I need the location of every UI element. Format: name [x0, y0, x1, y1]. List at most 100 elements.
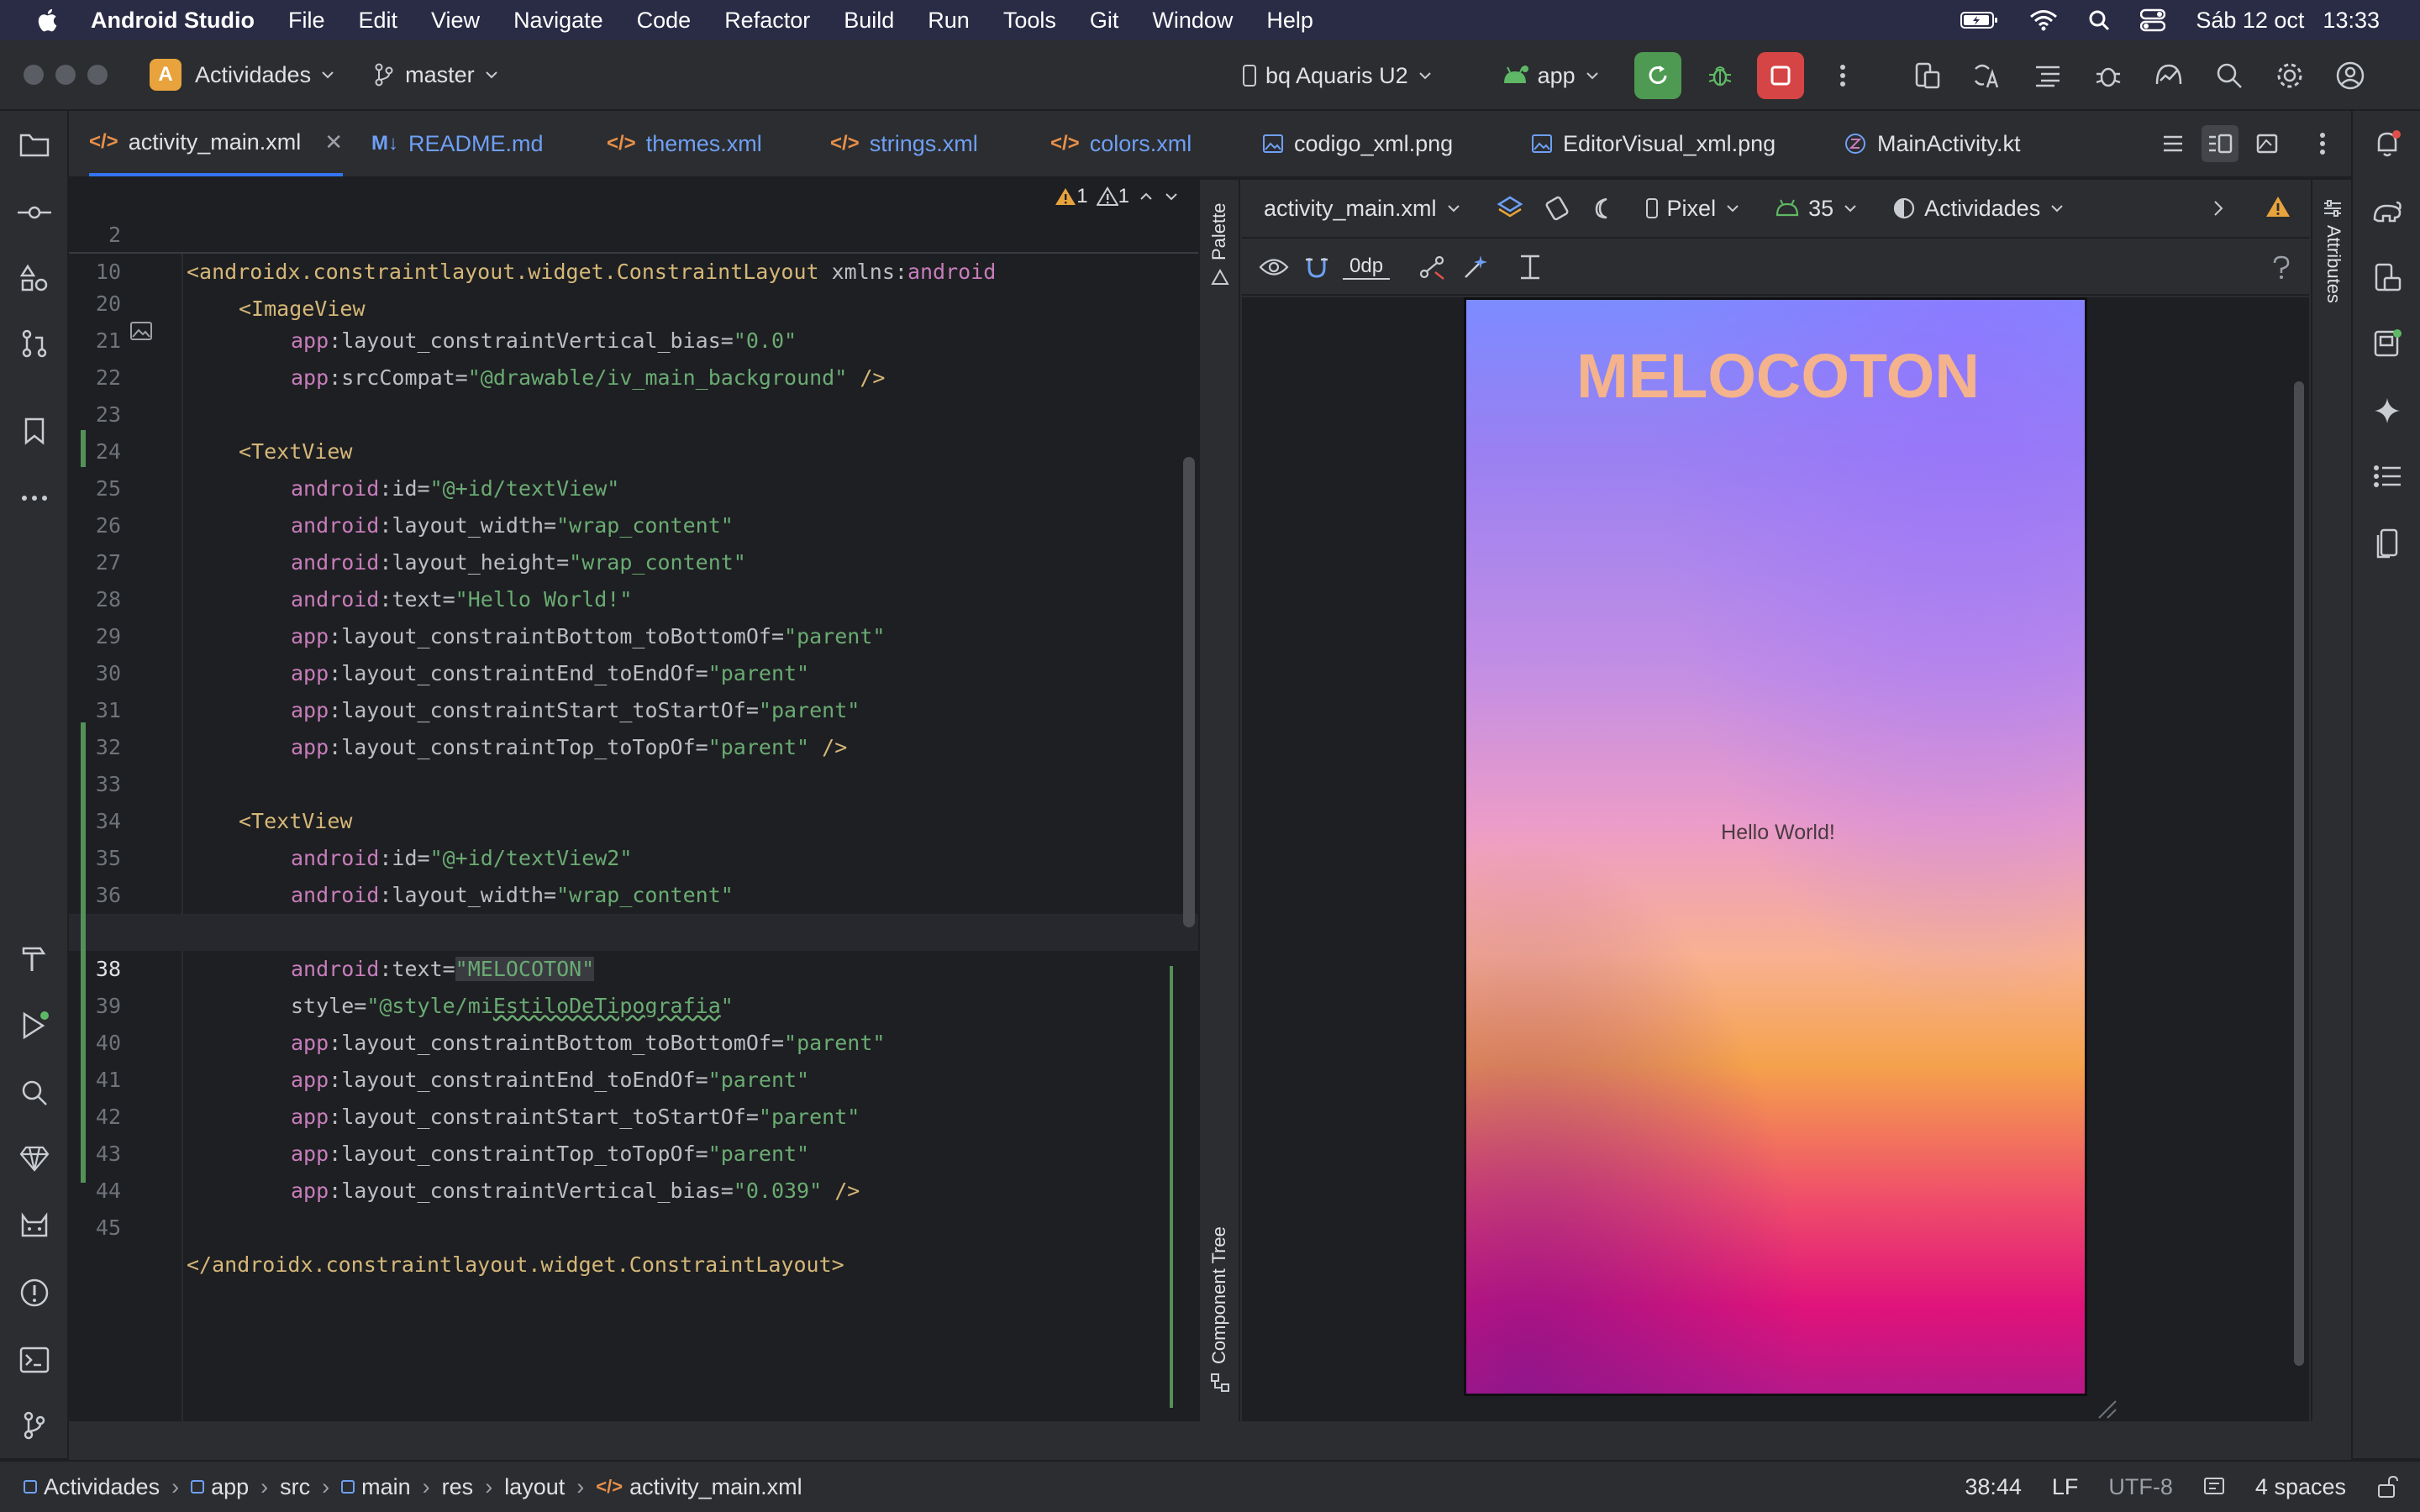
autoconnect-toggle[interactable]	[1304, 255, 1329, 280]
pull-requests-button[interactable]	[17, 326, 52, 361]
code-line[interactable]: 27 android:text="Hello World!"	[69, 507, 1198, 612]
bookmarks-button[interactable]	[17, 413, 52, 449]
close-window-button[interactable]	[24, 65, 44, 85]
gemini-button[interactable]	[2370, 393, 2405, 428]
layout-inspector-button[interactable]	[2024, 52, 2071, 99]
menu-git[interactable]: Git	[1090, 8, 1119, 34]
build-variants-button[interactable]	[2370, 459, 2405, 494]
device-mirroring-button[interactable]	[2370, 526, 2405, 561]
breadcrumb-item-app[interactable]: app	[191, 1474, 249, 1500]
orientation-button[interactable]	[1543, 194, 1571, 223]
error-stripe-marker[interactable]	[1170, 966, 1173, 1408]
tab-themes-xml[interactable]: </> themes.xml	[607, 111, 762, 176]
breadcrumb-item-res[interactable]: res	[442, 1474, 474, 1500]
night-mode-button[interactable]	[1590, 196, 1615, 221]
resize-handle-icon[interactable]	[2096, 1398, 2118, 1420]
minimize-window-button[interactable]	[55, 65, 76, 85]
terminal-button[interactable]	[17, 1342, 52, 1378]
device-explorer-button[interactable]	[2370, 260, 2405, 296]
code-view-button[interactable]	[2154, 125, 2191, 162]
code-line[interactable]: 26 android:layout_height="wrap_content"	[69, 470, 1198, 575]
view-options-button[interactable]	[1259, 256, 1289, 278]
file-encoding[interactable]: UTF-8	[2108, 1474, 2173, 1500]
design-view-button[interactable]	[2249, 125, 2286, 162]
tab-colors-xml[interactable]: </> colors.xml	[1050, 111, 1192, 176]
menu-build[interactable]: Build	[844, 8, 894, 34]
resource-manager-button[interactable]	[17, 260, 52, 296]
menubar-date[interactable]: Sáb 12 oct	[2196, 8, 2304, 34]
next-highlight-button[interactable]	[1163, 188, 1180, 205]
code-line[interactable]: 34 android:id="@+id/textView2"	[69, 766, 1198, 870]
warning-count[interactable]: 1	[1055, 185, 1088, 208]
problems-button[interactable]	[17, 1275, 52, 1310]
code-line[interactable]: 43 app:layout_constraintVertical_bias="0…	[69, 1099, 1198, 1203]
menu-run[interactable]: Run	[928, 8, 970, 34]
zoom-window-button[interactable]	[87, 65, 108, 85]
tab-readme-md[interactable]: M↓ README.md	[371, 111, 544, 176]
issues-panel-button[interactable]	[2265, 195, 2291, 224]
code-line[interactable]: 30 app:layout_constraintStart_toStartOf=…	[69, 618, 1198, 722]
design-scrollbar[interactable]	[2294, 381, 2304, 1366]
breadcrumb-item-main[interactable]: main	[341, 1474, 411, 1500]
code-line[interactable]: 41 app:layout_constraintStart_toStartOf=…	[69, 1025, 1198, 1129]
search-everywhere-button[interactable]	[2206, 52, 2253, 99]
code-line[interactable]: 44	[69, 1136, 1198, 1203]
code-line[interactable]: 22	[69, 323, 1198, 390]
code-line[interactable]: 23 <TextView	[69, 360, 1198, 464]
code-line[interactable]: 36 android:layout_height="wrap_content"	[69, 840, 1198, 944]
vcs-branch-selector[interactable]: master	[373, 62, 510, 88]
debug-button[interactable]	[1697, 52, 1744, 99]
infer-constraints-button[interactable]	[1462, 254, 1489, 281]
help-button[interactable]	[2272, 255, 2291, 281]
more-actions-button[interactable]	[1819, 52, 1866, 99]
tab-mainactivity-kt[interactable]: MainActivity.kt	[1844, 111, 2021, 176]
code-line[interactable]: 28 app:layout_constraintBottom_toBottomO…	[69, 544, 1198, 648]
menu-edit[interactable]: Edit	[358, 8, 397, 34]
settings-button[interactable]	[2266, 52, 2313, 99]
code-line[interactable]: 31 app:layout_constraintTop_toTopOf="par…	[69, 655, 1198, 759]
device-preview-screen[interactable]: MELOCOTON Hello World!	[1464, 297, 2087, 1396]
vcs-change-marker[interactable]	[81, 430, 86, 467]
commit-tool-button[interactable]	[17, 195, 52, 230]
preview-hello-text[interactable]: Hello World!	[1466, 821, 2085, 845]
default-margins-selector[interactable]: 0dp	[1343, 255, 1391, 280]
caret-position[interactable]: 38:44	[1965, 1474, 2022, 1500]
code-line[interactable]: 42 app:layout_constraintTop_toTopOf="par…	[69, 1062, 1198, 1166]
device-selector[interactable]: bq Aquaris U2	[1242, 63, 1442, 89]
project-selector[interactable]: A Actividades	[150, 59, 336, 91]
code-line[interactable]: 25 android:layout_width="wrap_content"	[69, 433, 1198, 538]
tab-options-button[interactable]	[2304, 125, 2341, 162]
build-tool-button[interactable]	[17, 941, 52, 976]
vcs-change-marker[interactable]	[81, 722, 86, 1183]
expand-toolbar-button[interactable]	[2210, 198, 2227, 224]
preview-title-text[interactable]: MELOCOTON	[1466, 340, 2085, 412]
version-control-button[interactable]	[17, 1408, 52, 1443]
line-separator[interactable]: LF	[2052, 1474, 2079, 1500]
logcat-button[interactable]	[17, 1208, 52, 1243]
code-line[interactable]: 40 app:layout_constraintEnd_toEndOf="par…	[69, 988, 1198, 1092]
code-line[interactable]: 24 android:id="@+id/textView"	[69, 396, 1198, 501]
palette-icon[interactable]	[1210, 267, 1230, 287]
profiler-button[interactable]	[2145, 52, 2192, 99]
translations-editor-button[interactable]	[1964, 52, 2011, 99]
code-line[interactable]: 32	[69, 692, 1198, 759]
run-tool-button[interactable]	[17, 1008, 52, 1043]
attributes-tab[interactable]: Attributes	[2323, 225, 2344, 303]
menu-window[interactable]: Window	[1152, 8, 1233, 34]
menu-refactor[interactable]: Refactor	[724, 8, 810, 34]
menubar-clock[interactable]: 13:33	[2323, 8, 2380, 34]
code-line[interactable]: 29 app:layout_constraintEnd_toEndOf="par…	[69, 581, 1198, 685]
code-line[interactable]: 45 </androidx.constraintlayout.widget.Co…	[69, 1173, 1198, 1277]
account-button[interactable]	[2327, 52, 2374, 99]
device-preview-selector[interactable]: Pixel	[1645, 196, 1742, 222]
inspection-widget[interactable]: 1 1	[1055, 185, 1188, 208]
running-devices-button[interactable]	[2370, 326, 2405, 361]
code-line[interactable]: 39 app:layout_constraintBottom_toBottomO…	[69, 951, 1198, 1055]
breadcrumb-item-src[interactable]: src	[280, 1474, 310, 1500]
file-lock-toggle[interactable]	[2376, 1475, 2398, 1499]
breadcrumb-item-layout[interactable]: layout	[504, 1474, 565, 1500]
tab-activity-main-xml[interactable]: </> activity_main.xml ✕	[89, 111, 344, 176]
sticky-line[interactable]: 2 <androidx.constraintlayout.widget.Cons…	[69, 180, 1198, 284]
menu-help[interactable]: Help	[1266, 8, 1313, 34]
find-tool-button[interactable]	[17, 1075, 52, 1110]
